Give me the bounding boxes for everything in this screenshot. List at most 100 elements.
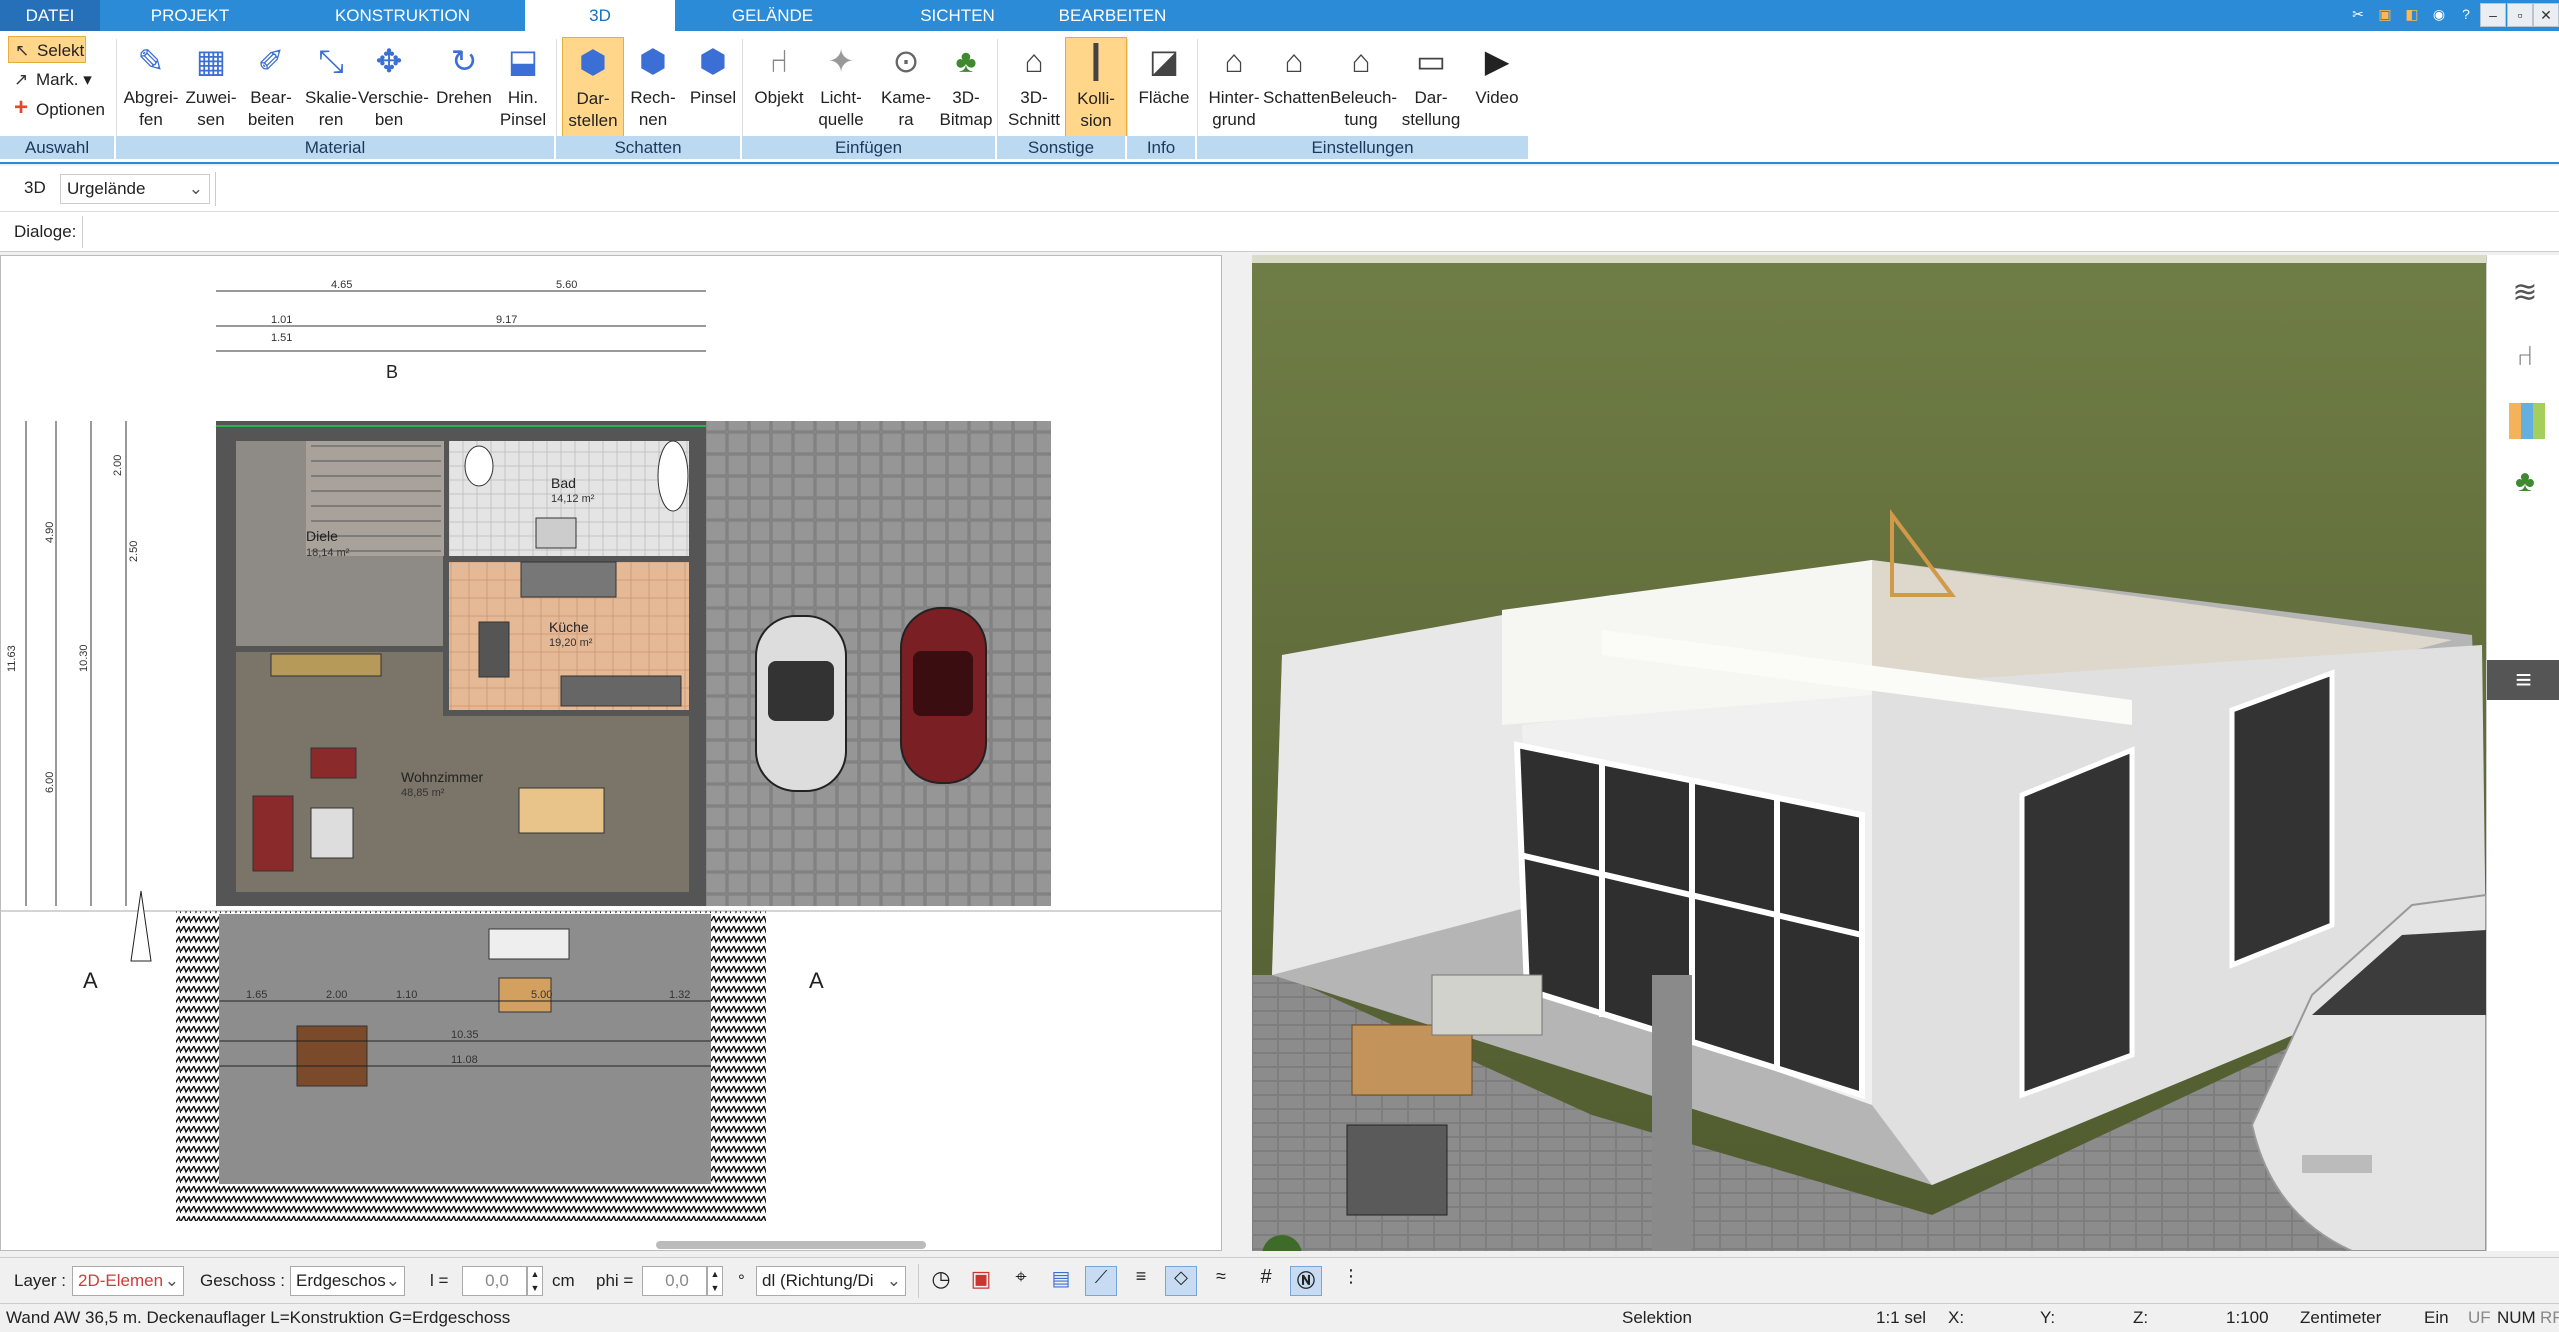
ribbon-button-schatten[interactable]: ⌂ Schatten bbox=[1263, 37, 1330, 147]
hatch-icon[interactable]: ≡ bbox=[1125, 1266, 1157, 1296]
ribbon-button-drehen[interactable]: ↻ Drehen bbox=[433, 37, 495, 147]
select-label: Selekt bbox=[37, 41, 85, 60]
north-icon[interactable]: Ⓝ bbox=[1290, 1266, 1322, 1296]
grill-3d bbox=[1346, 1124, 1448, 1216]
ribbon-button-fläche[interactable]: ◪ Fläche bbox=[1133, 37, 1195, 147]
view-toolbar: 3D Urgelände ⌄ bbox=[0, 166, 2559, 212]
materials-icon[interactable] bbox=[2509, 403, 2545, 439]
chair-icon[interactable]: ⑁ bbox=[2507, 340, 2543, 376]
ribbon-button-verschieben[interactable]: ✥ Verschie-ben bbox=[358, 37, 429, 147]
ribbon-button-label: Pinsel bbox=[689, 88, 737, 107]
mark-tool-button[interactable]: ↗ Mark. ▾ bbox=[8, 66, 98, 93]
ribbon-button-rechnen[interactable]: ⬢ Rech-nen bbox=[622, 37, 684, 147]
ribbon-button-objekt[interactable]: ⑁ Objekt bbox=[748, 37, 810, 147]
ribbon-button-label: Kolli- bbox=[1077, 89, 1115, 108]
more-icon[interactable]: ⋮ bbox=[1335, 1266, 1367, 1296]
ribbon-button-label: Hin. bbox=[507, 88, 539, 107]
ribbon-button-hintergrund[interactable]: ⌂ Hinter-grund bbox=[1203, 37, 1265, 147]
ribbon-button-darstellung[interactable]: ▭ Dar-stellung bbox=[1400, 37, 1462, 147]
layer-label: Layer : bbox=[14, 1271, 66, 1290]
terrain-select[interactable]: Urgelände ⌄ bbox=[60, 174, 210, 204]
options-button[interactable]: + Optionen bbox=[8, 94, 113, 123]
terrace-dim-4: 5.00 bbox=[531, 989, 552, 1001]
phi-input[interactable]: 0,0 bbox=[642, 1266, 707, 1296]
floor-select[interactable]: Erdgeschos ⌄ bbox=[290, 1266, 405, 1296]
ribbon-button-video[interactable]: ▶ Video bbox=[1466, 37, 1528, 147]
direction-select[interactable]: dl (Richtung/Di ⌄ bbox=[756, 1266, 906, 1296]
rotate-icon: ↻ bbox=[450, 43, 478, 79]
grid-icon[interactable]: # bbox=[1250, 1266, 1282, 1296]
clock-icon[interactable]: ◷ bbox=[925, 1266, 957, 1296]
phi-label: phi = bbox=[596, 1271, 634, 1290]
camera-icon[interactable]: ⌖ bbox=[1005, 1266, 1037, 1296]
ribbon-button-zuweisen[interactable]: ▦ Zuwei-sen bbox=[180, 37, 242, 147]
menu-tab-bearbeiten[interactable]: BEARBEITEN bbox=[1045, 0, 1180, 31]
3d-view[interactable] bbox=[1252, 255, 2486, 1251]
stack-icon[interactable]: ▤ bbox=[1045, 1266, 1077, 1296]
menu-bar: DATEI PROJEKT KONSTRUKTION 3D GELÄNDE SI… bbox=[0, 0, 2559, 31]
chevron-down-icon: ⌄ bbox=[385, 1271, 400, 1290]
menu-tab-konstruktion[interactable]: KONSTRUKTION bbox=[310, 0, 495, 31]
ribbon-button-label: sion bbox=[1080, 111, 1112, 130]
menu-tab-projekt[interactable]: PROJEKT bbox=[120, 0, 260, 31]
menu-tab-datei[interactable]: DATEI bbox=[0, 0, 100, 31]
floor-plan-view[interactable]: 4.65 5.60 9.17 1.01 1.51 11.63 4.90 6.00… bbox=[0, 255, 1222, 1251]
ribbon-button-lichtquelle[interactable]: ✦ Licht-quelle bbox=[810, 37, 872, 147]
status-y: Y: bbox=[2040, 1308, 2056, 1327]
tools-icon[interactable]: ✂ bbox=[2345, 3, 2371, 27]
folder-icon[interactable]: ▣ bbox=[2372, 3, 2398, 27]
layer-select[interactable]: 2D-Elemen ⌄ bbox=[72, 1266, 184, 1296]
ribbon-button-bearbeiten[interactable]: ✐ Bear-beiten bbox=[240, 37, 302, 147]
shower bbox=[535, 517, 577, 549]
plane-icon[interactable]: ◇ bbox=[1165, 1266, 1197, 1296]
ribbon-button-label: Abgrei- bbox=[123, 88, 179, 107]
help-icon[interactable]: ? bbox=[2453, 3, 2479, 27]
length-input[interactable]: 0,0 bbox=[462, 1266, 527, 1296]
ribbon-button-hinpinsel[interactable]: ⬓ Hin. Pinsel bbox=[492, 37, 554, 147]
lounge-sofa bbox=[488, 928, 570, 960]
tree-icon[interactable]: ♣ bbox=[2507, 465, 2543, 501]
menu-tab-3d[interactable]: 3D bbox=[525, 0, 675, 31]
ribbon-button-label: sen bbox=[197, 110, 225, 129]
menu-tab-gelaende[interactable]: GELÄNDE bbox=[705, 0, 840, 31]
ribbon-button-pinsel[interactable]: ⬢ Pinsel bbox=[682, 37, 744, 147]
ribbon-button-label: Objekt bbox=[754, 88, 804, 107]
length-spinner[interactable]: ▲ ▼ bbox=[527, 1266, 543, 1296]
terrace-table bbox=[296, 1025, 368, 1087]
ribbon-button-label: Schnitt bbox=[1008, 110, 1060, 129]
ribbon-button-label: Dar- bbox=[576, 89, 610, 108]
ribbon-button-3dbitmap[interactable]: ♣ 3D- Bitmap bbox=[935, 37, 997, 147]
terrace-dim-7: 11.08 bbox=[451, 1054, 478, 1066]
phi-spinner[interactable]: ▲ ▼ bbox=[707, 1266, 723, 1296]
dim-top-2: 5.60 bbox=[556, 279, 577, 291]
window-icon[interactable]: ◧ bbox=[2399, 3, 2425, 27]
ribbon-button-kamera[interactable]: ⊙ Kame-ra bbox=[875, 37, 937, 147]
dim-left-2: 4.90 bbox=[44, 522, 56, 543]
car-silver bbox=[755, 615, 847, 792]
select-tool-button[interactable]: ↖ Selekt bbox=[8, 36, 86, 63]
ribbon-button-darstellen[interactable]: ⬢ Dar-stellen bbox=[562, 37, 624, 147]
lounge-3d bbox=[1431, 974, 1543, 1036]
menu-tab-sichten[interactable]: SICHTEN bbox=[890, 0, 1025, 31]
ribbon-button-abgreifen[interactable]: ✎ Abgrei-fen bbox=[120, 37, 182, 147]
layers-icon[interactable]: ≋ bbox=[2507, 275, 2543, 311]
north-arrow-icon bbox=[130, 890, 152, 962]
ribbon-button-label: Zuwei- bbox=[185, 88, 237, 107]
restore-icon[interactable]: ▫ bbox=[2507, 3, 2533, 27]
ribbon-button-beleuchtung[interactable]: ⌂ Beleuch-tung bbox=[1330, 37, 1397, 147]
minimize-icon[interactable]: – bbox=[2480, 3, 2506, 27]
ribbon-button-skalieren[interactable]: ⤡ Skalie-ren bbox=[300, 37, 362, 147]
kitchen-table bbox=[478, 621, 510, 678]
status-unit: Zentimeter bbox=[2300, 1308, 2382, 1327]
menu-icon[interactable]: ≡ bbox=[2487, 660, 2559, 700]
ribbon-button-label: 3D- bbox=[952, 88, 980, 107]
wave-icon[interactable]: ≈ bbox=[1205, 1266, 1237, 1296]
close-icon[interactable]: ✕ bbox=[2533, 3, 2559, 27]
snap-icon[interactable]: ⟋ bbox=[1085, 1266, 1117, 1296]
plan-horizontal-scrollbar[interactable] bbox=[656, 1241, 926, 1249]
screen-icon[interactable]: ▣ bbox=[965, 1266, 997, 1296]
dim-top-5: 1.51 bbox=[271, 332, 292, 344]
ribbon-button-3dschnitt[interactable]: ⌂ 3D- Schnitt bbox=[1003, 37, 1065, 147]
user-icon[interactable]: ◉ bbox=[2426, 3, 2452, 27]
ribbon-button-kollision[interactable]: ┃ Kolli-sion bbox=[1065, 37, 1127, 147]
